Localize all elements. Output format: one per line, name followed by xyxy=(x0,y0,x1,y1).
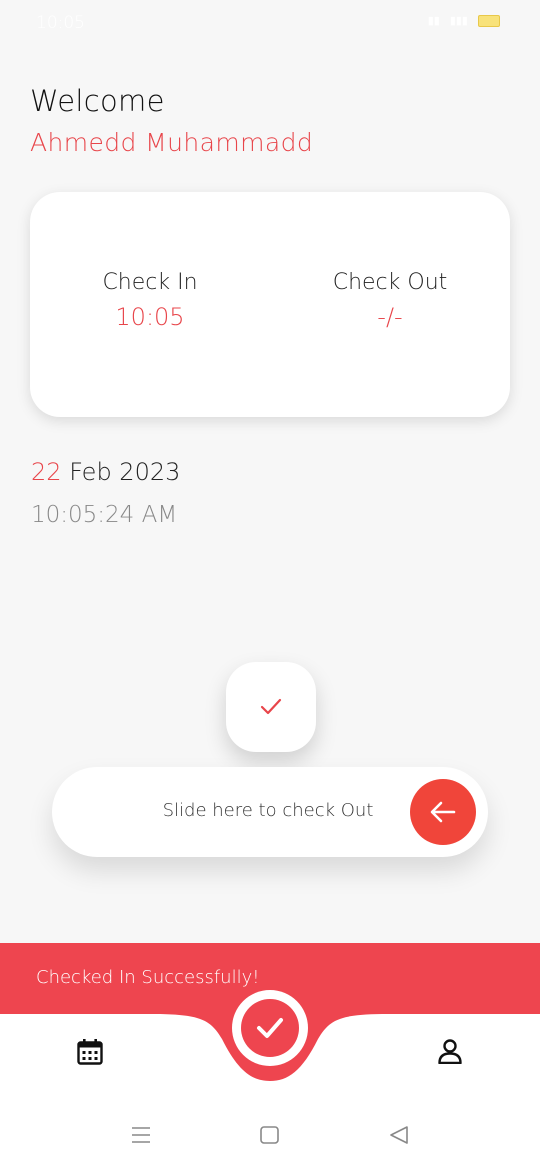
check-circle xyxy=(241,999,299,1057)
nav-profile[interactable] xyxy=(437,1038,463,1068)
calendar-icon xyxy=(77,1039,103,1065)
check-out-time: -/- xyxy=(377,303,403,331)
check-out-slider[interactable]: Slide here to check Out xyxy=(52,767,488,857)
nav-calendar[interactable] xyxy=(76,1038,104,1070)
check-out-column: Check Out -/- xyxy=(290,270,490,331)
person-icon xyxy=(438,1039,462,1065)
check-in-fab[interactable] xyxy=(232,990,308,1066)
arrow-left-icon xyxy=(430,801,456,823)
battery-icon xyxy=(478,14,500,27)
check-icon xyxy=(260,698,282,715)
system-nav-bar xyxy=(0,1104,540,1170)
signal-icon: ▮▮ xyxy=(427,14,440,27)
attendance-card: Check In 10:05 Check Out -/- xyxy=(30,192,510,417)
check-in-column: Check In 10:05 xyxy=(50,270,250,331)
check-in-time: 10:05 xyxy=(115,303,185,331)
slider-handle[interactable] xyxy=(410,779,476,845)
back-icon[interactable] xyxy=(389,1126,409,1144)
current-date: 22 Feb 2023 xyxy=(31,458,180,486)
status-icons: ▮▮ ▮▮▮ xyxy=(428,14,500,27)
toast-message: Checked In Successfully! xyxy=(36,967,260,988)
user-name: Ahmedd Muhammadd xyxy=(30,128,314,157)
status-bar: 10:05 ▮▮ ▮▮▮ xyxy=(0,0,540,46)
date-month-year: Feb 2023 xyxy=(69,458,181,486)
status-time: 10:05 xyxy=(36,13,85,33)
home-icon[interactable] xyxy=(260,1126,279,1144)
welcome-heading: Welcome xyxy=(30,84,165,118)
check-in-label: Check In xyxy=(102,270,198,295)
current-time: 10:05:24 AM xyxy=(31,502,178,528)
checked-in-indicator xyxy=(226,662,316,752)
check-circle-icon xyxy=(257,1018,283,1038)
menu-icon[interactable] xyxy=(131,1126,151,1144)
wifi-icon: ▮▮▮ xyxy=(449,14,468,27)
check-out-label: Check Out xyxy=(332,270,448,295)
date-day: 22 xyxy=(31,458,62,486)
